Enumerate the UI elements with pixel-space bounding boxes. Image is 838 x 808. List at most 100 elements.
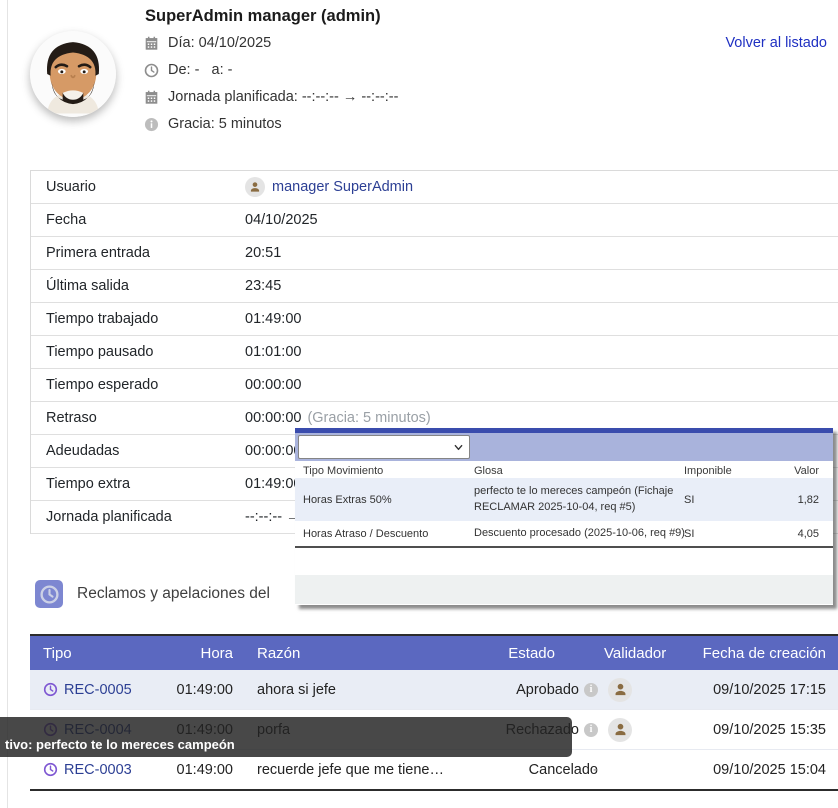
user-link[interactable]: manager SuperAdmin bbox=[272, 179, 413, 195]
col-header-tipo: Tipo bbox=[43, 636, 72, 670]
table-row: Tiempo esperado 00:00:00 bbox=[31, 369, 838, 402]
row-value: 20:51 bbox=[245, 237, 281, 269]
validator-cell bbox=[608, 710, 632, 749]
movement-value: 4,05 bbox=[743, 521, 819, 546]
movement-type: Horas Atraso / Descuento bbox=[303, 521, 428, 546]
validator-cell: - bbox=[593, 750, 598, 789]
validator-avatar-icon bbox=[608, 718, 632, 742]
info-icon bbox=[144, 117, 159, 132]
popup-table-bottom-border bbox=[295, 546, 833, 548]
table-row: Última salida 23:45 bbox=[31, 270, 838, 303]
info-line-grace: Gracia: 5 minutos bbox=[144, 115, 282, 133]
row-value: 04/10/2025 bbox=[245, 204, 318, 236]
row-label: Tiempo trabajado bbox=[46, 303, 158, 335]
table-row: Fecha 04/10/2025 bbox=[31, 204, 838, 237]
page-title: SuperAdmin manager (admin) bbox=[145, 7, 381, 26]
status-badge: Aprobado bbox=[516, 682, 579, 698]
row-label: Tiempo esperado bbox=[46, 369, 158, 401]
row-label: Primera entrada bbox=[46, 237, 150, 269]
validator-cell bbox=[608, 670, 632, 709]
movement-gloss: Descuento procesado (2025-10-06, req #9) bbox=[474, 521, 676, 546]
row-value: 23:45 bbox=[245, 270, 281, 302]
popup-col-imponible: Imponible bbox=[684, 465, 732, 477]
row-label: Adeudadas bbox=[46, 435, 119, 467]
section-title: Reclamos y apelaciones del bbox=[77, 580, 270, 608]
row-value: manager SuperAdmin bbox=[245, 171, 413, 203]
calendar-icon bbox=[144, 90, 159, 105]
back-to-list-link[interactable]: Volver al listado bbox=[725, 35, 827, 51]
row-label: Última salida bbox=[46, 270, 129, 302]
claim-id: REC-0003 bbox=[64, 762, 132, 778]
table-row: REC-0005 01:49:00 ahora si jefe Aprobado… bbox=[30, 670, 838, 709]
user-icon bbox=[245, 177, 265, 197]
validator-avatar-icon bbox=[608, 678, 632, 702]
page: SuperAdmin manager (admin) Volver al lis… bbox=[0, 0, 838, 808]
col-header-validador: Validador bbox=[604, 636, 666, 670]
table-row: Horas Extras 50% perfecto te lo mereces … bbox=[295, 478, 833, 521]
row-label: Jornada planificada bbox=[46, 501, 172, 533]
day-text: Día: 04/10/2025 bbox=[168, 35, 271, 51]
row-value: 00:00:00 bbox=[245, 435, 301, 467]
calendar-icon bbox=[144, 36, 159, 51]
clock-icon bbox=[144, 63, 159, 78]
avatar-illustration bbox=[30, 31, 116, 117]
claim-link[interactable]: REC-0005 bbox=[43, 682, 132, 698]
popup-toolbar bbox=[295, 433, 833, 461]
claim-created-date: 09/10/2025 15:35 bbox=[713, 710, 826, 749]
row-label: Usuario bbox=[46, 171, 96, 203]
grace-text: Gracia: 5 minutos bbox=[168, 116, 282, 132]
col-header-estado: Estado bbox=[360, 636, 555, 670]
popup-col-valor: Valor bbox=[743, 465, 819, 477]
status-info-icon[interactable]: i bbox=[584, 723, 598, 737]
popup-col-tipo: Tipo Movimiento bbox=[303, 465, 383, 477]
col-header-fecha: Fecha de creación bbox=[703, 636, 826, 670]
col-header-razon: Razón bbox=[257, 636, 300, 670]
popup-col-glosa: Glosa bbox=[474, 465, 503, 477]
clock-icon bbox=[43, 682, 58, 697]
section-clock-icon bbox=[35, 580, 63, 608]
row-value: 01:01:00 bbox=[245, 336, 301, 368]
table-row: Horas Atraso / Descuento Descuento proce… bbox=[295, 521, 833, 546]
table-row: Primera entrada 20:51 bbox=[31, 237, 838, 270]
claim-link[interactable]: REC-0003 bbox=[43, 762, 132, 778]
page-left-border bbox=[7, 0, 8, 808]
movement-type-select[interactable] bbox=[298, 435, 470, 459]
movement-type: Horas Extras 50% bbox=[303, 478, 392, 521]
claims-table: Tipo Hora Razón Estado Validador Fecha d… bbox=[30, 634, 838, 791]
claim-hour: 01:49:00 bbox=[133, 670, 233, 709]
from-to-text: De: - a: - bbox=[168, 62, 232, 78]
movement-gloss: perfecto te lo mereces campeón (Fichaje … bbox=[474, 478, 676, 521]
info-line-planned-shift: Jornada planificada: --:--:-- → --:--:-- bbox=[144, 88, 398, 106]
tooltip-text: tivo: perfecto te lo mereces campeón bbox=[5, 737, 235, 752]
chevron-down-icon bbox=[454, 443, 463, 452]
claims-table-header: Tipo Hora Razón Estado Validador Fecha d… bbox=[30, 636, 838, 670]
row-label: Retraso bbox=[46, 402, 97, 434]
claim-id-cell: REC-0005 bbox=[43, 670, 132, 709]
delay-value: 00:00:00 bbox=[245, 410, 301, 426]
table-row: Tiempo trabajado 01:49:00 bbox=[31, 303, 838, 336]
table-row: Tiempo pausado 01:01:00 bbox=[31, 336, 838, 369]
claim-reason: ahora si jefe bbox=[257, 670, 336, 709]
planned-shift-text: Jornada planificada: --:--:-- → --:--:-- bbox=[168, 89, 398, 105]
claim-status-cell: Aprobado i bbox=[360, 670, 598, 709]
info-line-from-to: De: - a: - bbox=[144, 61, 232, 79]
col-header-hora: Hora bbox=[133, 636, 233, 670]
avatar bbox=[30, 31, 116, 117]
movements-popup: Tipo Movimiento Glosa Imponible Valor Ho… bbox=[295, 428, 833, 605]
info-line-day: Día: 04/10/2025 bbox=[144, 34, 271, 52]
row-label: Fecha bbox=[46, 204, 86, 236]
claim-created-date: 09/10/2025 17:15 bbox=[713, 670, 826, 709]
status-badge: Cancelado bbox=[529, 762, 598, 778]
clock-icon bbox=[43, 762, 58, 777]
status-info-icon[interactable]: i bbox=[584, 683, 598, 697]
claim-created-date: 09/10/2025 15:04 bbox=[713, 750, 826, 789]
row-label: Tiempo extra bbox=[46, 468, 130, 500]
row-label: Tiempo pausado bbox=[46, 336, 153, 368]
movement-taxable: SI bbox=[684, 521, 694, 546]
row-value: 01:49:00 bbox=[245, 468, 301, 500]
tooltip: tivo: perfecto te lo mereces campeón bbox=[0, 717, 572, 757]
movement-taxable: SI bbox=[684, 478, 694, 521]
row-value: 01:49:00 bbox=[245, 303, 301, 335]
row-value: 00:00:00 bbox=[245, 369, 301, 401]
movement-value: 1,82 bbox=[743, 478, 819, 521]
